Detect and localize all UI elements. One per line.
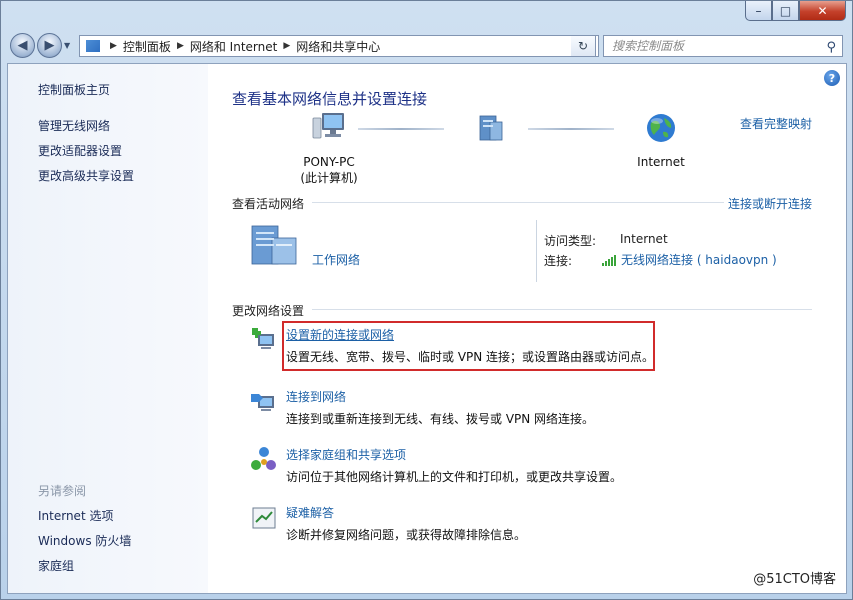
control-panel-icon [86, 40, 100, 52]
search-placeholder: 搜索控制面板 [612, 39, 685, 53]
task-title[interactable]: 连接到网络 [286, 388, 346, 405]
search-icon[interactable]: ⚲ [826, 38, 836, 58]
map-node-network[interactable] [471, 114, 511, 145]
section-divider [312, 202, 724, 203]
title-bar: – □ ✕ [1, 1, 852, 29]
forward-button[interactable]: ▶ [37, 33, 62, 58]
main-pane: 查看基本网络信息并设置连接 查看完整映射 PONY-PC (此计算机) Inte… [208, 64, 846, 593]
section-divider [312, 309, 812, 310]
explorer-window: – □ ✕ ◀ ▶ ▼ ▶ 控制面板 ▶ 网络和 Internet ▶ 网络和共… [0, 0, 853, 600]
work-network-link[interactable]: 工作网络 [312, 251, 360, 268]
maximize-button[interactable]: □ [772, 1, 799, 21]
breadcrumb-separator-icon[interactable]: ▶ [177, 41, 184, 51]
task-description: 诊断并修复网络问题，或获得故障排除信息。 [286, 528, 527, 542]
address-bar[interactable]: ▶ 控制面板 ▶ 网络和 Internet ▶ 网络和共享中心 ▼ [79, 35, 599, 57]
new-connection-icon [252, 328, 274, 349]
task-title[interactable]: 选择家庭组和共享选项 [286, 446, 406, 463]
globe-icon [647, 114, 675, 142]
sidebar-item-manage-wireless[interactable]: 管理无线网络 [38, 117, 110, 134]
access-type-label: 访问类型: [544, 234, 597, 248]
caption-buttons: – □ ✕ [745, 1, 846, 21]
breadcrumb-separator-icon[interactable]: ▶ [110, 41, 117, 51]
network-icon [479, 115, 503, 141]
change-settings-label: 更改网络设置 [232, 304, 305, 318]
task-description: 访问位于其他网络计算机上的文件和打印机，或更改共享设置。 [286, 470, 623, 484]
search-input[interactable]: 搜索控制面板 ⚲ [603, 35, 843, 57]
task-title[interactable]: 疑难解答 [286, 504, 334, 521]
work-network-icon[interactable] [250, 224, 300, 268]
map-node-internet[interactable]: Internet [621, 112, 701, 169]
pc-name: PONY-PC [303, 155, 355, 169]
sidebar-item-control-panel-home[interactable]: 控制面板主页 [38, 81, 110, 98]
sidebar-item-homegroup[interactable]: 家庭组 [38, 557, 74, 574]
connect-network-icon [251, 394, 274, 411]
connection-label: 连接: [544, 254, 573, 268]
troubleshoot-icon [252, 507, 276, 529]
wireless-signal-icon [602, 254, 616, 266]
map-node-this-pc[interactable]: PONY-PC (此计算机) [284, 112, 374, 186]
active-networks-label: 查看活动网络 [232, 197, 305, 211]
close-button[interactable]: ✕ [799, 1, 846, 21]
task-description: 连接到或重新连接到无线、有线、拨号或 VPN 网络连接。 [286, 412, 595, 426]
refresh-icon: ↻ [577, 39, 589, 53]
page-title: 查看基本网络信息并设置连接 [232, 90, 428, 108]
content-area: 控制面板主页 管理无线网络 更改适配器设置 更改高级共享设置 另请参阅 Inte… [7, 63, 847, 594]
sidebar-item-internet-options[interactable]: Internet 选项 [38, 507, 113, 524]
vertical-divider [536, 220, 537, 282]
sidebar-item-adapter-settings[interactable]: 更改适配器设置 [38, 142, 122, 159]
breadcrumb: ▶ 控制面板 ▶ 网络和 Internet ▶ 网络和共享中心 [104, 38, 380, 55]
recent-pages-dropdown-icon[interactable]: ▼ [64, 41, 70, 50]
annotation-highlight-box [282, 321, 655, 371]
breadcrumb-separator-icon[interactable]: ▶ [283, 41, 290, 51]
see-also-title: 另请参阅 [38, 484, 87, 498]
map-connector-line [358, 128, 444, 130]
task-pane: 控制面板主页 管理无线网络 更改适配器设置 更改高级共享设置 另请参阅 Inte… [8, 64, 208, 593]
computer-icon [312, 113, 344, 139]
pc-subtitle: (此计算机) [300, 171, 358, 185]
breadcrumb-item-control-panel[interactable]: 控制面板 [123, 38, 171, 55]
refresh-button[interactable]: ↻ [571, 35, 596, 57]
connection-name-link[interactable]: 无线网络连接 ( haidaovpn ) [621, 251, 777, 268]
sidebar-item-windows-firewall[interactable]: Windows 防火墙 [38, 532, 131, 549]
breadcrumb-item-network-internet[interactable]: 网络和 Internet [190, 38, 277, 55]
watermark: @51CTO博客 [753, 572, 836, 587]
minimize-button[interactable]: – [745, 1, 772, 21]
view-full-map-link[interactable]: 查看完整映射 [740, 115, 812, 132]
homegroup-icon [251, 447, 276, 470]
internet-label: Internet [637, 155, 685, 169]
access-type-value: Internet [620, 232, 668, 246]
back-button[interactable]: ◀ [10, 33, 35, 58]
connection-value[interactable]: 无线网络连接 ( haidaovpn ) [602, 251, 777, 268]
connect-disconnect-link[interactable]: 连接或断开连接 [728, 195, 812, 212]
breadcrumb-item-network-sharing-center[interactable]: 网络和共享中心 [296, 38, 380, 55]
navigation-bar: ◀ ▶ ▼ ▶ 控制面板 ▶ 网络和 Internet ▶ 网络和共享中心 ▼ … [1, 29, 852, 63]
map-connector-line [528, 128, 614, 130]
sidebar-item-advanced-sharing[interactable]: 更改高级共享设置 [38, 167, 134, 184]
